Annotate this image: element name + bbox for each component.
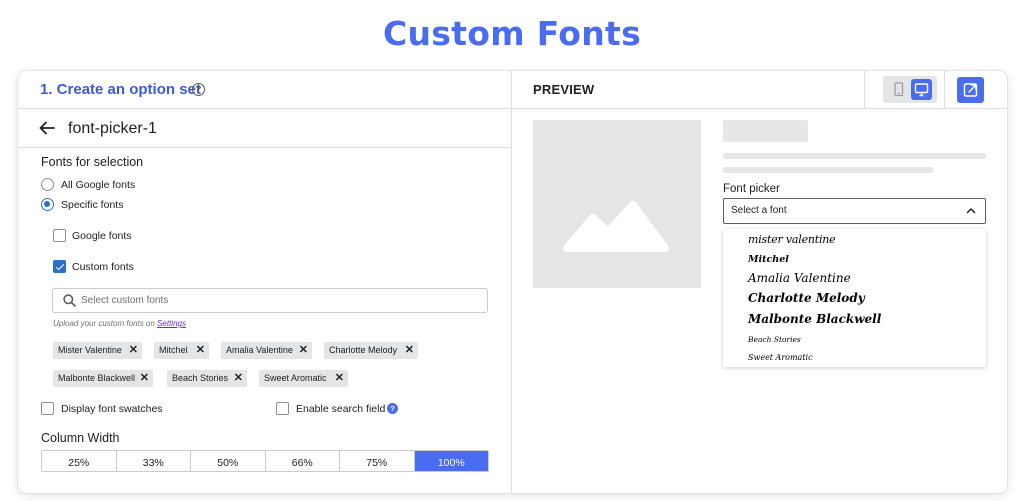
tag-label: Mitchel xyxy=(159,345,188,355)
text-line-placeholder xyxy=(723,167,933,173)
font-option-mister-valentine[interactable]: mister valentine xyxy=(748,233,836,246)
font-picker-card: 1. Create an option set ? font-picker-1 … xyxy=(18,71,1007,493)
specific-fonts-label: Specific fonts xyxy=(61,199,124,211)
width-option-50[interactable]: 50% xyxy=(191,451,266,471)
font-option-beach-stories[interactable]: Beach Stories xyxy=(748,335,801,344)
tag-mister-valentine: Mister Valentine ✕ xyxy=(53,342,142,359)
tag-amalia-valentine: Amalia Valentine ✕ xyxy=(221,342,312,359)
custom-fonts-search[interactable] xyxy=(52,288,488,313)
display-swatches-checkbox[interactable] xyxy=(41,402,54,415)
tag-charlotte-melody: Charlotte Melody ✕ xyxy=(324,342,418,359)
desktop-device-icon[interactable] xyxy=(911,79,932,100)
option-set-name: font-picker-1 xyxy=(68,120,157,137)
tag-label: Amalia Valentine xyxy=(226,345,293,355)
width-option-33[interactable]: 33% xyxy=(117,451,191,471)
remove-tag-icon[interactable]: ✕ xyxy=(335,370,344,387)
tag-label: Sweet Aromatic xyxy=(264,373,327,383)
custom-fonts-checkbox[interactable] xyxy=(53,260,66,273)
font-picker-value: Select a font xyxy=(731,205,787,216)
width-option-25[interactable]: 25% xyxy=(42,451,117,471)
column-width-segmented: 25% 33% 50% 66% 75% 100% xyxy=(41,450,489,472)
all-google-fonts-radio[interactable] xyxy=(41,178,54,191)
option-set-header: font-picker-1 xyxy=(18,110,512,148)
font-picker-label: Font picker xyxy=(723,183,780,195)
google-fonts-checkbox[interactable] xyxy=(53,229,66,242)
search-input[interactable] xyxy=(81,289,481,312)
specific-fonts-radio[interactable] xyxy=(41,198,54,211)
step-header: 1. Create an option set ? xyxy=(18,71,512,109)
search-icon xyxy=(63,294,76,307)
open-external-icon[interactable] xyxy=(957,77,984,103)
info-icon[interactable]: ? xyxy=(387,403,398,414)
image-placeholder-icon xyxy=(563,201,669,252)
custom-fonts-label: Custom fonts xyxy=(72,261,134,273)
page-title: Custom Fonts xyxy=(382,14,642,53)
mobile-device-icon[interactable] xyxy=(888,79,909,100)
tag-label: Malbonte Blackwell xyxy=(58,373,136,383)
font-option-charlotte-melody[interactable]: Charlotte Melody xyxy=(748,291,865,305)
option-set-panel: 1. Create an option set ? font-picker-1 … xyxy=(18,71,512,493)
remove-tag-icon[interactable]: ✕ xyxy=(234,370,243,387)
back-arrow-icon[interactable] xyxy=(38,119,56,137)
upload-note: Upload your custom fonts on Settings xyxy=(53,319,186,328)
remove-tag-icon[interactable]: ✕ xyxy=(405,342,414,359)
preview-label: PREVIEW xyxy=(533,82,595,97)
font-option-sweet-aromatic[interactable]: Sweet Aromatic xyxy=(748,353,813,362)
settings-link[interactable]: Settings xyxy=(157,319,186,328)
font-option-mitchel[interactable]: Mitchel xyxy=(748,254,789,265)
step-title: 1. Create an option set xyxy=(40,81,201,98)
font-option-amalia-valentine[interactable]: Amalia Valentine xyxy=(748,271,851,285)
google-fonts-label: Google fonts xyxy=(72,230,132,242)
remove-tag-icon[interactable]: ✕ xyxy=(299,342,308,359)
tag-sweet-aromatic: Sweet Aromatic ✕ xyxy=(259,370,348,387)
fonts-for-selection-label: Fonts for selection xyxy=(41,155,144,169)
tag-malbonte-blackwell: Malbonte Blackwell ✕ xyxy=(53,370,153,387)
tag-beach-stories: Beach Stories ✕ xyxy=(167,370,247,387)
text-line-placeholder xyxy=(723,153,986,159)
tag-label: Mister Valentine xyxy=(58,345,122,355)
header-divider xyxy=(944,71,945,109)
font-picker-select[interactable]: Select a font xyxy=(723,198,986,224)
font-option-malbonte-blackwell[interactable]: Malbonte Blackwell xyxy=(748,312,881,326)
title-placeholder xyxy=(723,120,808,142)
remove-tag-icon[interactable]: ✕ xyxy=(129,342,138,359)
font-options-dropdown: mister valentine Mitchel Amalia Valentin… xyxy=(723,229,986,367)
product-image-placeholder xyxy=(533,120,701,288)
enable-search-checkbox[interactable] xyxy=(276,402,289,415)
preview-panel: PREVIEW Font picker Select a font mister… xyxy=(512,71,1007,493)
remove-tag-icon[interactable]: ✕ xyxy=(140,370,149,387)
width-option-100[interactable]: 100% xyxy=(414,451,488,471)
chevron-up-icon xyxy=(966,208,976,214)
tag-label: Beach Stories xyxy=(172,373,229,383)
width-option-75[interactable]: 75% xyxy=(340,451,415,471)
device-toggle xyxy=(883,76,937,103)
display-swatches-label: Display font swatches xyxy=(61,403,163,415)
width-option-66[interactable]: 66% xyxy=(266,451,340,471)
all-google-fonts-label: All Google fonts xyxy=(61,179,136,191)
remove-tag-icon[interactable]: ✕ xyxy=(196,342,205,359)
tag-label: Charlotte Melody xyxy=(329,345,398,355)
header-divider xyxy=(864,71,865,109)
tag-mitchel: Mitchel ✕ xyxy=(154,342,209,359)
preview-header: PREVIEW xyxy=(512,71,1007,109)
enable-search-label: Enable search field xyxy=(296,403,386,415)
column-width-label: Column Width xyxy=(41,431,120,445)
upload-note-text: Upload your custom fonts on xyxy=(53,319,158,328)
help-circle-icon[interactable]: ? xyxy=(192,83,205,96)
